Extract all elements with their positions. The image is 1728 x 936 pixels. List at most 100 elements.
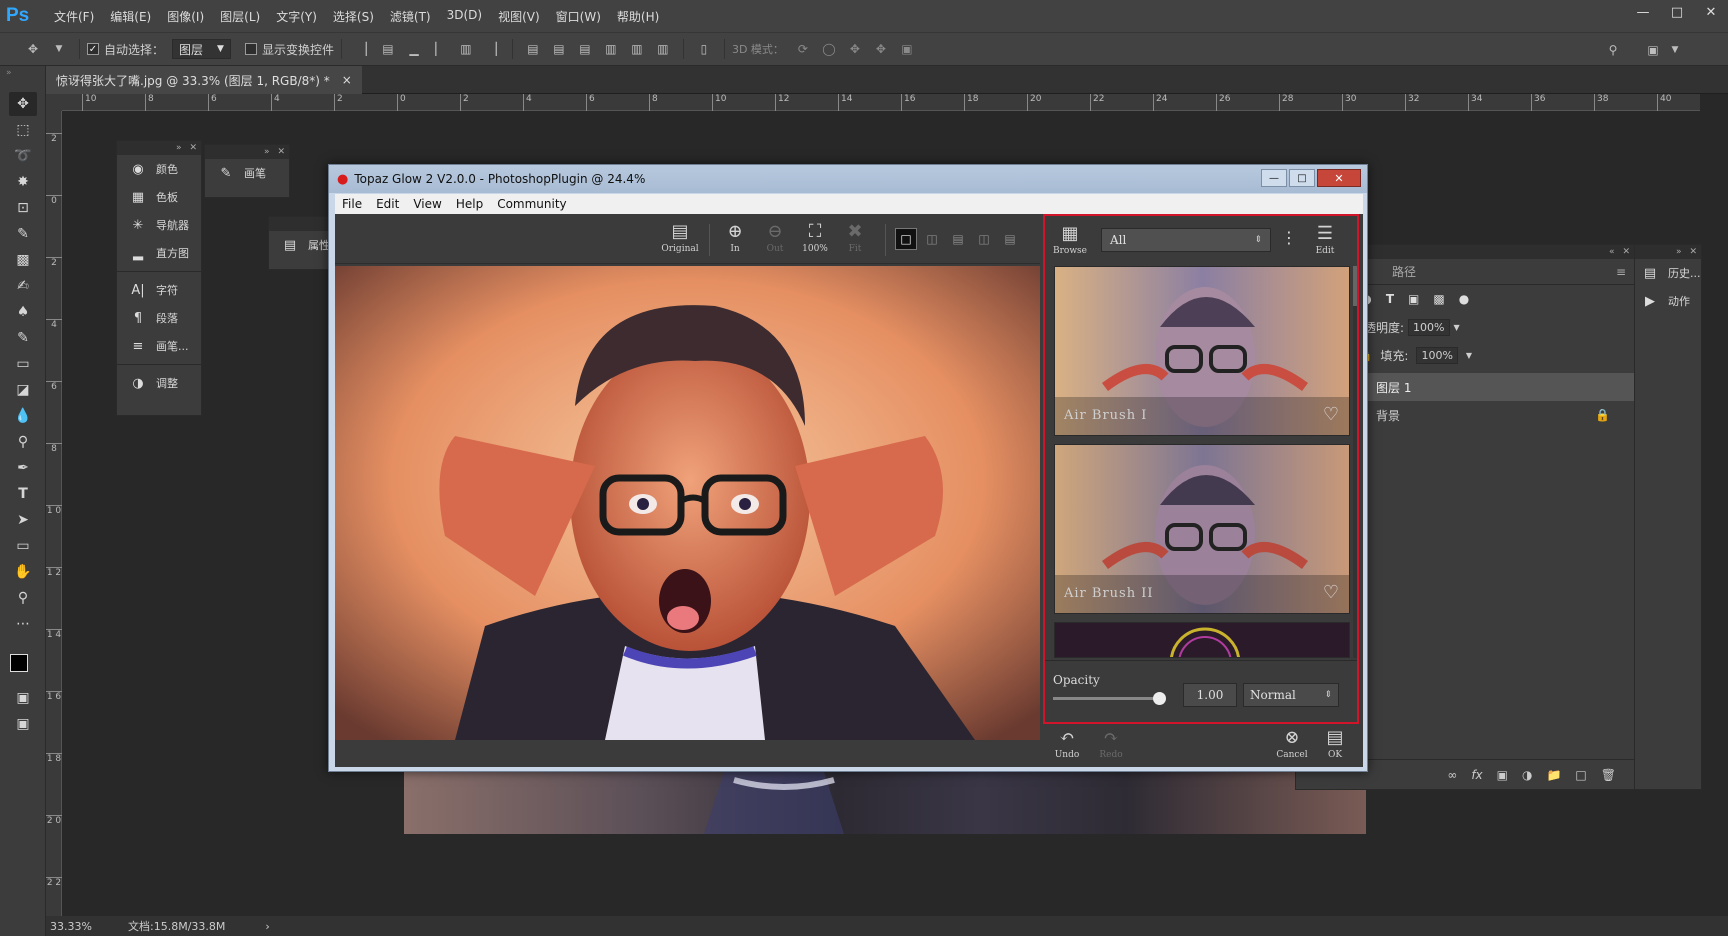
- fit-button[interactable]: ✖ Fit: [835, 218, 875, 262]
- move-tool-icon[interactable]: ✥: [23, 39, 43, 59]
- menu-file[interactable]: 文件(F): [46, 8, 102, 25]
- close-icon[interactable]: ✕: [277, 147, 285, 157]
- show-transform-checkbox[interactable]: [244, 43, 257, 55]
- screen-mode-icon[interactable]: ▣: [9, 712, 37, 736]
- close-icon[interactable]: ✕: [1622, 247, 1630, 257]
- marquee-tool-icon[interactable]: ⬚: [9, 118, 37, 142]
- menu-filter[interactable]: 滤镜(T): [382, 8, 439, 25]
- chevron-down-icon[interactable]: ▼: [1454, 323, 1460, 332]
- healing-brush-tool-icon[interactable]: ▩: [9, 248, 37, 272]
- chevron-down-icon[interactable]: ▼: [1665, 40, 1685, 60]
- stacked-view-icon[interactable]: ▤: [999, 228, 1021, 250]
- pen-tool-icon[interactable]: ✒: [9, 456, 37, 480]
- new-group-icon[interactable]: 📁: [1546, 768, 1561, 782]
- align-left-icon[interactable]: ▏: [430, 39, 450, 59]
- side-by-side-icon[interactable]: ◫: [973, 228, 995, 250]
- ok-button[interactable]: ▤ OK: [1315, 724, 1355, 768]
- distribute-top-icon[interactable]: ▤: [523, 39, 543, 59]
- roll-3d-icon[interactable]: ◯: [819, 39, 839, 59]
- eyedropper-tool-icon[interactable]: ✎: [9, 222, 37, 246]
- lasso-tool-icon[interactable]: ➰: [9, 144, 37, 168]
- crop-tool-icon[interactable]: ⊡: [9, 196, 37, 220]
- filter-smart-icon[interactable]: ▩: [1433, 292, 1444, 306]
- panel-menu-icon[interactable]: ≡: [1616, 265, 1626, 279]
- topaz-menu-community[interactable]: Community: [490, 197, 573, 211]
- slide-3d-icon[interactable]: ✥: [871, 39, 891, 59]
- quick-mask-icon[interactable]: ▣: [9, 686, 37, 710]
- chevron-down-icon[interactable]: ▼: [1466, 351, 1472, 360]
- distribute-vcenter-icon[interactable]: ▤: [549, 39, 569, 59]
- minimize-icon[interactable]: —: [1626, 0, 1660, 24]
- fx-icon[interactable]: fx: [1471, 768, 1482, 782]
- new-adjustment-icon[interactable]: ◑: [1522, 768, 1532, 782]
- topaz-maximize-icon[interactable]: □: [1289, 169, 1315, 187]
- color-swatches[interactable]: [0, 640, 45, 684]
- hand-tool-icon[interactable]: ✋: [9, 560, 37, 584]
- favorite-heart-icon[interactable]: ♡: [1323, 582, 1339, 603]
- topaz-close-icon[interactable]: ✕: [1317, 169, 1361, 187]
- blur-tool-icon[interactable]: 💧: [9, 404, 37, 428]
- opacity-slider[interactable]: [1053, 692, 1166, 705]
- link-layers-icon[interactable]: ∞: [1447, 768, 1457, 782]
- panel-properties[interactable]: ▤ 属性: [269, 231, 337, 259]
- browse-button[interactable]: ▦ Browse: [1047, 220, 1093, 264]
- panel-color[interactable]: ◉ 颜色: [117, 155, 201, 183]
- more-options-icon[interactable]: ⋮: [1281, 228, 1297, 247]
- align-top-icon[interactable]: ▕: [352, 39, 372, 59]
- orbit-3d-icon[interactable]: ⟳: [793, 39, 813, 59]
- blend-mode-dropdown[interactable]: Normal ⇕: [1243, 683, 1339, 707]
- panel-navigator[interactable]: ✳ 导航器: [117, 211, 201, 239]
- gradient-tool-icon[interactable]: ◪: [9, 378, 37, 402]
- zoom-level[interactable]: 33.33%: [46, 920, 126, 933]
- scrollbar-thumb[interactable]: [1353, 266, 1359, 306]
- panel-histogram[interactable]: ▂ 直方图: [117, 239, 201, 267]
- opacity-slider-knob[interactable]: [1153, 692, 1166, 705]
- path-select-tool-icon[interactable]: ➤: [9, 508, 37, 532]
- preset-card[interactable]: Air Brush I ♡: [1054, 266, 1350, 436]
- panel-brush[interactable]: ✎ 画笔: [205, 159, 289, 187]
- auto-select-checkbox[interactable]: ✓: [87, 43, 99, 55]
- opacity-input[interactable]: 100%: [1408, 318, 1450, 336]
- menu-layer[interactable]: 图层(L): [212, 8, 268, 25]
- more-tools-icon[interactable]: ⋯: [9, 612, 37, 636]
- align-vcenter-icon[interactable]: ▤: [378, 39, 398, 59]
- topaz-minimize-icon[interactable]: —: [1261, 169, 1287, 187]
- menu-image[interactable]: 图像(I): [159, 8, 212, 25]
- undo-button[interactable]: ↶ Undo: [1047, 724, 1087, 768]
- dodge-tool-icon[interactable]: ⚲: [9, 430, 37, 454]
- menu-select[interactable]: 选择(S): [325, 8, 382, 25]
- move-tool-icon[interactable]: ✥: [9, 92, 37, 116]
- chevron-down-icon[interactable]: ▼: [49, 39, 69, 59]
- favorite-heart-icon[interactable]: ♡: [1323, 404, 1339, 425]
- document-tab[interactable]: 惊讶得张大了嘴.jpg @ 33.3% (图层 1, RGB/8*) * ×: [46, 66, 362, 94]
- filter-shape-icon[interactable]: ▣: [1408, 292, 1419, 306]
- topaz-menu-view[interactable]: View: [406, 197, 448, 211]
- panel-brush-settings[interactable]: ≡ 画笔...: [117, 332, 201, 360]
- close-icon[interactable]: ✕: [1694, 0, 1728, 24]
- close-icon[interactable]: ✕: [1689, 247, 1697, 257]
- add-mask-icon[interactable]: ▣: [1497, 768, 1508, 782]
- menu-help[interactable]: 帮助(H): [609, 8, 667, 25]
- menu-3d[interactable]: 3D(D): [439, 8, 490, 25]
- preset-card[interactable]: [1054, 622, 1350, 658]
- align-right-icon[interactable]: ▕: [482, 39, 502, 59]
- menu-edit[interactable]: 编辑(E): [102, 8, 159, 25]
- workspace-icon[interactable]: ▣: [1643, 40, 1663, 60]
- tab-paths[interactable]: 路径: [1392, 263, 1416, 280]
- stamp-tool-icon[interactable]: ♠: [9, 300, 37, 324]
- preset-card[interactable]: Air Brush II ♡: [1054, 444, 1350, 614]
- menu-window[interactable]: 窗口(W): [548, 8, 609, 25]
- foreground-color-swatch[interactable]: [10, 654, 28, 672]
- panel-history[interactable]: ▤ 历史...: [1635, 259, 1701, 287]
- filter-toggle-icon[interactable]: ●: [1459, 292, 1469, 306]
- menu-view[interactable]: 视图(V): [490, 8, 548, 25]
- panel-character[interactable]: A| 字符: [117, 276, 201, 304]
- topaz-menu-edit[interactable]: Edit: [369, 197, 406, 211]
- brush-tool-icon[interactable]: ✍: [9, 274, 37, 298]
- cancel-button[interactable]: ⊗ Cancel: [1269, 724, 1315, 768]
- split-horizontal-icon[interactable]: ▤: [947, 228, 969, 250]
- auto-select-dropdown[interactable]: 图层 ▼: [172, 39, 231, 59]
- collapse-icon[interactable]: »: [0, 66, 45, 90]
- auto-align-icon[interactable]: ▯: [694, 39, 714, 59]
- zoom-tool-icon[interactable]: ⚲: [9, 586, 37, 610]
